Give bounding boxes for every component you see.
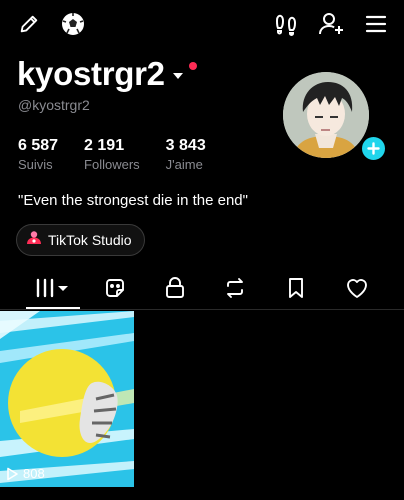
active-tab-indicator (26, 307, 80, 309)
bookmark-icon (289, 278, 303, 298)
avatar-container[interactable] (283, 72, 387, 162)
stat-following[interactable]: 6 587 Suivis (18, 137, 58, 174)
chevron-down-icon[interactable] (172, 73, 183, 79)
play-icon (7, 467, 18, 480)
username[interactable]: kyostrgr2 (17, 54, 165, 94)
stat-likes-value: 3 843 (165, 137, 206, 154)
repost-icon (227, 278, 243, 298)
profile-stats: 6 587 Suivis 2 191 Followers 3 843 J'aim… (18, 137, 232, 174)
lock-icon (166, 277, 184, 298)
footprints-icon[interactable] (272, 10, 300, 38)
stat-following-label: Suivis (18, 157, 53, 172)
menu-icon[interactable] (362, 10, 390, 38)
avatar[interactable] (283, 72, 369, 158)
video-preview-image (0, 311, 134, 487)
tab-saved[interactable] (283, 274, 309, 302)
video-thumbnail[interactable]: 808 (0, 311, 134, 487)
stat-likes-label: J'aime (165, 157, 203, 172)
tiktok-studio-label: TikTok Studio (48, 232, 132, 248)
notification-dot (189, 62, 197, 70)
stat-following-value: 6 587 (18, 137, 59, 154)
stat-followers-value: 2 191 (84, 137, 125, 154)
tab-stickers[interactable] (102, 274, 128, 302)
tiktok-studio-button[interactable]: TikTok Studio (16, 224, 145, 256)
soccer-ball-icon[interactable] (59, 10, 87, 38)
view-count-value: 808 (23, 466, 45, 481)
bio-text: "Even the strongest die in the end" (18, 192, 248, 209)
tab-reposts[interactable] (222, 274, 248, 302)
plus-icon (367, 142, 380, 155)
stat-followers[interactable]: 2 191 Followers (84, 137, 140, 174)
heart-icon (347, 279, 367, 298)
stat-likes[interactable]: 3 843 J'aime (166, 137, 206, 174)
grid-icon (36, 278, 68, 298)
add-friend-icon[interactable] (316, 9, 346, 39)
stat-followers-label: Followers (84, 157, 140, 172)
edit-pencil-icon[interactable] (16, 11, 42, 37)
studio-icon (26, 230, 42, 251)
tab-videos[interactable] (32, 274, 72, 302)
top-bar (0, 0, 404, 46)
username-row[interactable]: kyostrgr2 (17, 54, 183, 94)
content-tabs (0, 266, 404, 310)
user-handle: @kyostrgr2 (18, 97, 90, 113)
view-count: 808 (6, 466, 45, 481)
add-story-button[interactable] (360, 135, 387, 162)
tab-liked[interactable] (343, 274, 371, 302)
tab-private[interactable] (162, 274, 188, 302)
sticker-icon (106, 279, 124, 297)
